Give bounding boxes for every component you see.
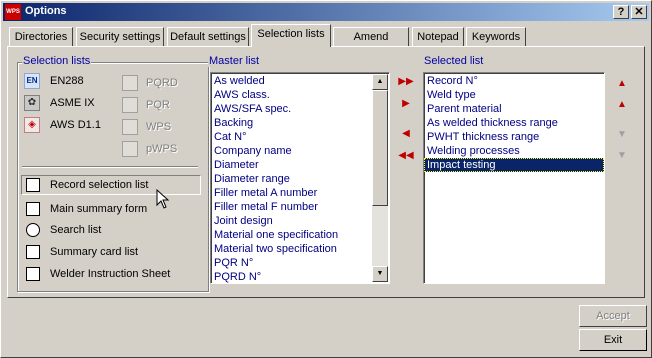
selected-list-title: Selected list xyxy=(423,55,485,67)
master-list-item[interactable]: AWS/SFA spec. xyxy=(211,102,389,116)
wps-doc-icon xyxy=(122,119,138,135)
asme-standard-icon[interactable]: ✿ xyxy=(24,95,40,111)
master-list-item[interactable]: Joint design xyxy=(211,214,389,228)
selected-list-item[interactable]: As welded thickness range xyxy=(424,116,604,130)
mouse-cursor-icon xyxy=(156,189,170,209)
record-selection-icon xyxy=(26,178,40,192)
scroll-down-icon[interactable]: ▼ xyxy=(372,266,388,282)
main-summary-form-icon xyxy=(26,202,40,216)
selected-list-item[interactable]: Weld type xyxy=(424,88,604,102)
master-list-item[interactable]: Filler metal F number xyxy=(211,200,389,214)
standard-asme-ix[interactable]: ASME IX xyxy=(50,97,95,109)
master-list[interactable]: As welded AWS class. AWS/SFA spec. Backing C… xyxy=(210,72,390,284)
scroll-thumb[interactable] xyxy=(372,90,388,206)
master-list-item[interactable]: Diameter range xyxy=(211,172,389,186)
scroll-up-icon[interactable]: ▲ xyxy=(372,74,388,90)
move-down-icon[interactable]: ▼ xyxy=(614,127,630,143)
master-list-item[interactable]: Filler metal A number xyxy=(211,186,389,200)
master-list-item[interactable]: Diameter xyxy=(211,158,389,172)
tab-default-settings[interactable]: Default settings xyxy=(167,27,249,46)
app-icon: WPS xyxy=(5,4,21,20)
master-scrollbar[interactable]: ▲ ▼ xyxy=(372,74,388,282)
master-list-item[interactable]: Material one specification xyxy=(211,228,389,242)
selected-list-item[interactable]: Welding processes xyxy=(424,144,604,158)
master-list-item[interactable]: Company name xyxy=(211,144,389,158)
add-all-icon[interactable]: ▶▶ xyxy=(398,74,414,90)
move-bottom-icon[interactable]: ▼ xyxy=(614,148,630,164)
welder-instruction-icon xyxy=(26,267,40,281)
pqrd-doc-icon xyxy=(122,75,138,91)
tab-amend-menus[interactable]: Amend menus xyxy=(333,27,409,61)
pwps-doc-icon xyxy=(122,141,138,157)
search-icon xyxy=(26,223,40,237)
master-list-item[interactable]: AWS class. xyxy=(211,88,389,102)
options-window: WPS Options ? ✕ Directories Security set… xyxy=(0,0,652,358)
doc-type-pqr[interactable]: PQR xyxy=(146,99,170,111)
summary-card-icon xyxy=(26,245,40,259)
en-standard-icon[interactable]: EN xyxy=(24,73,40,89)
doc-type-pwps[interactable]: pWPS xyxy=(146,143,177,155)
remove-all-icon[interactable]: ◀◀ xyxy=(398,148,414,164)
doc-type-wps[interactable]: WPS xyxy=(146,121,171,133)
selected-list-item[interactable]: Impact testing xyxy=(424,158,604,172)
form-welder-instruction-sheet[interactable]: Welder Instruction Sheet xyxy=(50,268,170,280)
form-summary-card-list[interactable]: Summary card list xyxy=(50,246,138,258)
remove-one-icon[interactable]: ◀ xyxy=(398,126,414,142)
tab-notepad[interactable]: Notepad xyxy=(412,27,464,46)
aws-standard-icon[interactable]: ◈ xyxy=(24,117,40,133)
master-list-item[interactable]: Cat N° xyxy=(211,130,389,144)
group-divider xyxy=(22,166,198,168)
standard-aws-d11[interactable]: AWS D1.1 xyxy=(50,119,101,131)
close-button[interactable]: ✕ xyxy=(631,5,647,19)
master-list-item[interactable]: PQR N° xyxy=(211,256,389,270)
title-bar: WPS Options ? ✕ xyxy=(3,3,649,21)
help-button[interactable]: ? xyxy=(613,5,629,19)
form-record-selection-list[interactable]: Record selection list xyxy=(50,179,148,191)
pqr-doc-icon xyxy=(122,97,138,113)
master-list-title: Master list xyxy=(208,55,261,67)
move-top-icon[interactable]: ▲ xyxy=(614,76,630,92)
master-list-item[interactable]: Material two specification xyxy=(211,242,389,256)
tab-keywords[interactable]: Keywords xyxy=(466,27,526,46)
move-up-icon[interactable]: ▲ xyxy=(614,97,630,113)
master-list-item[interactable]: As welded xyxy=(211,74,389,88)
selected-list-item[interactable]: PWHT thickness range xyxy=(424,130,604,144)
doc-type-pqrd[interactable]: PQRD xyxy=(146,77,178,89)
selected-list-item[interactable]: Parent material xyxy=(424,102,604,116)
tab-security-settings[interactable]: Security settings xyxy=(76,27,164,46)
selected-list[interactable]: Record N° Weld type Parent material As weld… xyxy=(423,72,605,284)
add-one-icon[interactable]: ▶ xyxy=(398,96,414,112)
selection-lists-panel: Selection lists EN EN288 ✿ ASME IX ◈ AWS… xyxy=(7,46,645,298)
master-list-item[interactable]: PQRD N° xyxy=(211,270,389,283)
form-main-summary-form[interactable]: Main summary form xyxy=(50,203,147,215)
window-title: Options xyxy=(25,5,67,17)
form-search-list[interactable]: Search list xyxy=(50,224,101,236)
tab-directories[interactable]: Directories xyxy=(9,27,73,46)
selected-list-item[interactable]: Record N° xyxy=(424,74,604,88)
master-list-item[interactable]: Backing xyxy=(211,116,389,130)
selection-lists-title: Selection lists xyxy=(22,55,92,67)
exit-button[interactable]: Exit xyxy=(579,329,647,351)
standard-en288[interactable]: EN288 xyxy=(50,75,84,87)
accept-button[interactable]: Accept xyxy=(579,305,647,327)
tab-selection-lists[interactable]: Selection lists xyxy=(251,24,331,47)
